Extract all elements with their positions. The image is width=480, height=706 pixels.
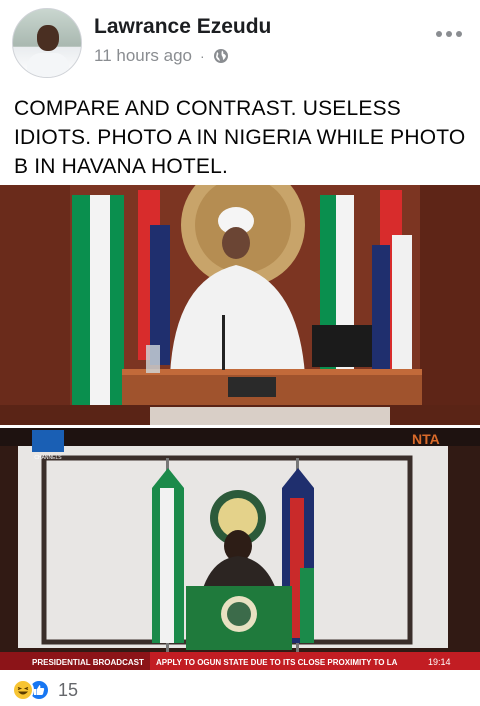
broadcast-ticker: APPLY TO OGUN STATE DUE TO ITS CLOSE PRO… xyxy=(156,658,398,667)
haha-icon xyxy=(12,679,34,701)
photo-a[interactable] xyxy=(0,185,480,425)
avatar-head xyxy=(37,25,59,51)
avatar-shirt xyxy=(27,53,69,77)
photo-b[interactable]: CHANNELS NTA PRESIDENTIAL BROADCAST APPL… xyxy=(0,428,480,670)
post-meta: 11 hours ago · xyxy=(94,46,229,66)
meta-separator: · xyxy=(199,48,205,64)
post-time[interactable]: 11 hours ago xyxy=(94,46,192,66)
post-header: Lawrance Ezeudu 11 hours ago · xyxy=(0,0,480,80)
channels-logo xyxy=(32,430,64,452)
author-name[interactable]: Lawrance Ezeudu xyxy=(94,15,271,39)
broadcast-title: PRESIDENTIAL BROADCAST xyxy=(32,658,144,667)
post-text: COMPARE AND CONTRAST. USELESS IDIOTS. PH… xyxy=(14,97,466,178)
author-avatar[interactable] xyxy=(12,8,82,78)
more-dot xyxy=(436,31,442,37)
photo-a-scene xyxy=(0,185,480,425)
more-options-button[interactable] xyxy=(436,28,466,40)
more-dot xyxy=(446,31,452,37)
nta-logo-text: NTA xyxy=(412,431,440,447)
photo-b-scene: CHANNELS NTA PRESIDENTIAL BROADCAST APPL… xyxy=(0,428,480,670)
reaction-count: 15 xyxy=(58,679,79,700)
reactions-summary[interactable]: 15 xyxy=(12,678,78,702)
globe-icon[interactable] xyxy=(213,48,229,64)
broadcast-clock: 19:14 xyxy=(428,657,451,667)
more-dot xyxy=(456,31,462,37)
channels-logo-text: CHANNELS xyxy=(34,455,62,461)
